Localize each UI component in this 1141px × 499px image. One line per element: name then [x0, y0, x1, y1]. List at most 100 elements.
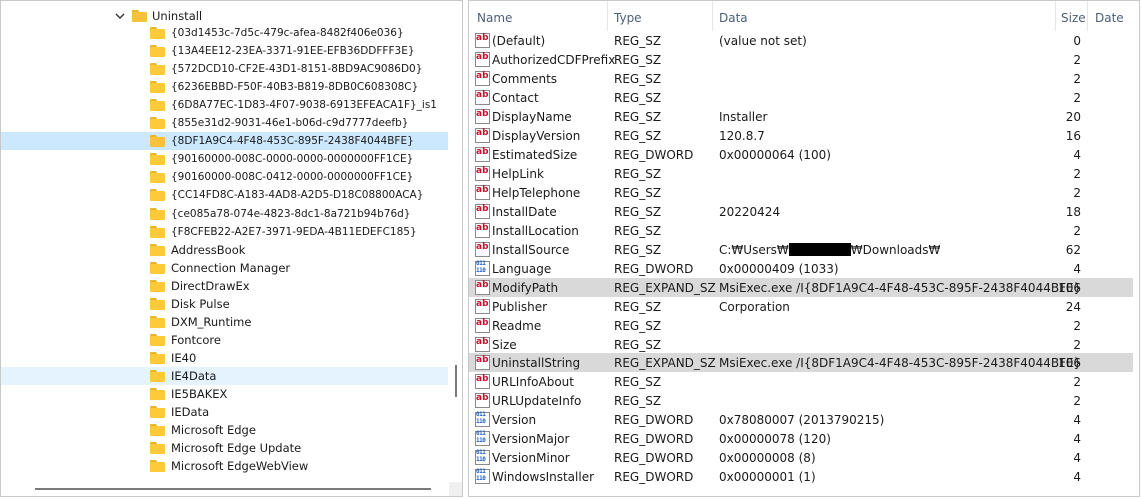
list-row[interactable]: URLUpdateInfo REG_SZ 2	[469, 391, 1134, 410]
list-row[interactable]: InstallSource REG_SZ C:₩Users₩ ₩Downloads₩ 6…	[469, 240, 1134, 259]
list-vertical-scrollbar[interactable]	[1133, 31, 1139, 491]
string-value-icon	[475, 223, 490, 238]
tree-item[interactable]: Microsoft EdgeWebView	[1, 457, 448, 475]
folder-icon	[150, 262, 166, 274]
value-size: 4	[1073, 470, 1081, 484]
scrollbar-thumb[interactable]	[455, 365, 457, 397]
value-type: REG_DWORD	[614, 432, 694, 446]
list-row[interactable]: UninstallString REG_EXPAND_SZMsiExec.exe …	[469, 353, 1134, 372]
value-name: HelpTelephone	[492, 186, 581, 200]
value-name: EstimatedSize	[492, 148, 578, 162]
value-size: 18	[1065, 205, 1081, 219]
tree-horizontal-scrollbar[interactable]	[1, 482, 448, 496]
string-value-icon	[475, 33, 490, 48]
folder-icon	[150, 298, 166, 310]
list-row[interactable]: WindowsInstaller REG_DWORD 0x00000001 (1) 4	[469, 467, 1134, 486]
value-name: WindowsInstaller	[492, 470, 595, 484]
tree-item[interactable]: {6D8A77EC-1D83-4F07-9038-6913EFEACA1F}_i…	[1, 96, 448, 114]
list-row[interactable]: Readme REG_SZ 2	[469, 316, 1134, 335]
list-row[interactable]: HelpLink REG_SZ 2	[469, 164, 1134, 183]
value-data: (value not set)	[719, 34, 807, 48]
registry-key-tree[interactable]: Uninstall {03d1453c-7d5c-479c-afea-8482f…	[0, 0, 463, 497]
value-size: 2	[1073, 319, 1081, 333]
tree-item[interactable]: {90160000-008C-0412-0000-0000000FF1CE}	[1, 168, 448, 186]
tree-item-label: Disk Pulse	[171, 297, 230, 311]
value-data: MsiExec.exe /I{8DF1A9C4-4F48-453C-895F-2…	[719, 281, 1082, 295]
value-data: Installer	[719, 110, 768, 124]
column-header-date[interactable]: Date	[1095, 11, 1124, 25]
tree-item[interactable]: IE40	[1, 349, 448, 367]
list-row[interactable]: HelpTelephone REG_SZ 2	[469, 183, 1134, 202]
list-row[interactable]: DisplayVersion REG_SZ 120.8.7 16	[469, 126, 1134, 145]
column-header-name[interactable]: Name	[477, 11, 512, 25]
column-header-data[interactable]: Data	[719, 11, 748, 25]
tree-item[interactable]: Microsoft Edge	[1, 421, 448, 439]
list-row[interactable]: Language REG_DWORD 0x00000409 (1033) 4	[469, 259, 1134, 278]
folder-icon	[150, 406, 166, 418]
tree-item-label: {572DCD10-CF2E-43D1-8151-8BD9AC9086D0}	[171, 63, 423, 75]
registry-values-list[interactable]: Name Type Data Size Date (Default) REG_SZ…	[468, 0, 1140, 497]
tree-item-label: {8DF1A9C4-4F48-453C-895F-2438F4044BFE}	[171, 135, 414, 147]
tree-item[interactable]: {03d1453c-7d5c-479c-afea-8482f406e036}	[1, 24, 448, 42]
list-row[interactable]: InstallLocation REG_SZ 2	[469, 221, 1134, 240]
value-type: REG_SZ	[614, 205, 662, 219]
column-divider[interactable]	[712, 1, 713, 31]
list-row[interactable]: DisplayName REG_SZ Installer 20	[469, 107, 1134, 126]
column-header-type[interactable]: Type	[614, 11, 642, 25]
value-name: InstallLocation	[492, 224, 579, 238]
list-row[interactable]: VersionMinor REG_DWORD 0x00000008 (8) 4	[469, 448, 1134, 467]
tree-item[interactable]: DXM_Runtime	[1, 313, 448, 331]
tree-item[interactable]: {CC14FD8C-A183-4AD8-A2D5-D18C08800ACA}	[1, 186, 448, 204]
list-row[interactable]: Comments REG_SZ 2	[469, 69, 1134, 88]
list-row[interactable]: Size REG_SZ 2	[469, 335, 1134, 354]
column-divider[interactable]	[1087, 1, 1088, 31]
value-type: REG_DWORD	[614, 470, 694, 484]
value-size: 106	[1058, 281, 1081, 295]
list-row[interactable]: EstimatedSize REG_DWORD 0x00000064 (100) 4	[469, 145, 1134, 164]
list-row[interactable]: URLInfoAbout REG_SZ 2	[469, 372, 1134, 391]
tree-item[interactable]: {6236EBBD-F50F-40B3-B819-8DB0C608308C}	[1, 78, 448, 96]
tree-item[interactable]: Disk Pulse	[1, 295, 448, 313]
list-row[interactable]: Publisher REG_SZ Corporation 24	[469, 297, 1134, 316]
value-size: 2	[1073, 186, 1081, 200]
list-row[interactable]: VersionMajor REG_DWORD 0x00000078 (120) 4	[469, 429, 1134, 448]
tree-item-uninstall[interactable]: Uninstall	[1, 7, 448, 25]
column-header-size[interactable]: Size	[1061, 11, 1086, 25]
value-type: REG_EXPAND_SZ	[614, 356, 716, 370]
column-divider[interactable]	[1055, 1, 1056, 31]
tree-item[interactable]: {855e31d2-9031-46e1-b06d-c9d7777deefb}	[1, 114, 448, 132]
string-value-icon	[475, 166, 490, 181]
list-row[interactable]: ModifyPath REG_EXPAND_SZMsiExec.exe /I{8D…	[469, 278, 1134, 297]
scrollbar-thumb[interactable]	[35, 488, 431, 490]
tree-item[interactable]: Fontcore	[1, 331, 448, 349]
tree-item[interactable]: {572DCD10-CF2E-43D1-8151-8BD9AC9086D0}	[1, 60, 448, 78]
list-row[interactable]: InstallDate REG_SZ 20220424 18	[469, 202, 1134, 221]
list-row[interactable]: Version REG_DWORD 0x78080007 (2013790215) 4	[469, 410, 1134, 429]
value-size: 62	[1065, 243, 1081, 257]
list-row[interactable]: AuthorizedCDFPrefixREG_SZ 2	[469, 50, 1134, 69]
tree-item[interactable]: {13A4EE12-23EA-3371-91EE-EFB36DDFFF3E}	[1, 42, 448, 60]
tree-item[interactable]: {ce085a78-074e-4823-8dc1-8a721b94b76d}	[1, 205, 448, 223]
column-divider[interactable]	[607, 1, 608, 31]
string-value-icon	[475, 355, 490, 370]
tree-item[interactable]: Microsoft Edge Update	[1, 439, 448, 457]
dword-value-icon	[475, 411, 490, 427]
tree-vertical-scrollbar[interactable]	[449, 1, 462, 481]
string-value-icon	[475, 393, 490, 408]
column-header-row: Name Type Data Size Date	[469, 1, 1139, 31]
tree-item-label: {F8CFEB22-A2E7-3971-9EDA-4B11EDEFC185}	[171, 226, 417, 238]
tree-item[interactable]: IE5BAKEX	[1, 385, 448, 403]
tree-item[interactable]: Connection Manager	[1, 259, 448, 277]
tree-item-label: Uninstall	[152, 9, 203, 23]
tree-item[interactable]: {F8CFEB22-A2E7-3971-9EDA-4B11EDEFC185}	[1, 223, 448, 241]
tree-item[interactable]: DirectDrawEx	[1, 277, 448, 295]
list-row[interactable]: Contact REG_SZ 2	[469, 88, 1134, 107]
tree-item[interactable]: IEData	[1, 403, 448, 421]
chevron-down-icon[interactable]	[114, 10, 126, 22]
list-row[interactable]: (Default) REG_SZ (value not set) 0	[469, 31, 1134, 50]
tree-item[interactable]: IE4Data	[1, 367, 448, 385]
tree-item[interactable]: AddressBook	[1, 241, 448, 259]
tree-item[interactable]: {8DF1A9C4-4F48-453C-895F-2438F4044BFE}	[1, 132, 448, 150]
value-name: InstallSource	[492, 243, 570, 257]
tree-item[interactable]: {90160000-008C-0000-0000-0000000FF1CE}	[1, 150, 448, 168]
